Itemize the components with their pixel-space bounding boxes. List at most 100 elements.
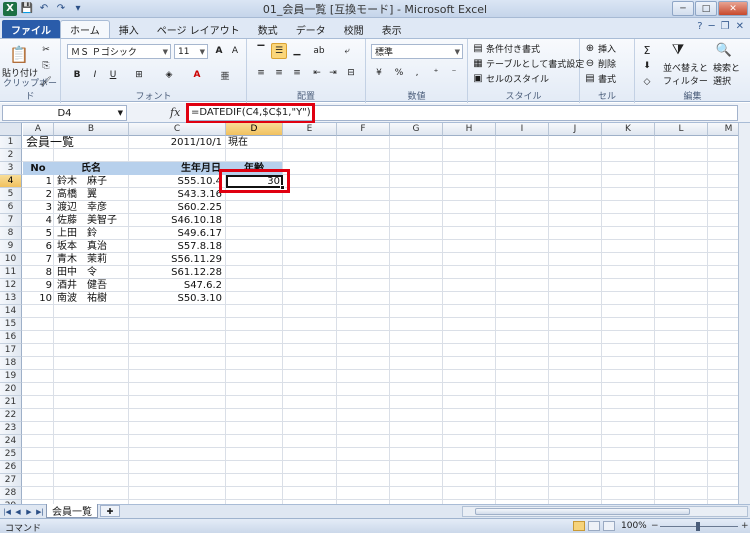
- base-date-cell[interactable]: 2011/10/1: [130, 136, 222, 149]
- member-no[interactable]: 10: [23, 292, 52, 305]
- member-birth[interactable]: S60.2.25: [129, 201, 222, 214]
- border-icon[interactable]: ⊞: [131, 67, 147, 83]
- number-format-combo[interactable]: 標準 ▼: [371, 44, 463, 59]
- member-birth[interactable]: S57.8.18: [129, 240, 222, 253]
- row-header[interactable]: 23: [0, 422, 22, 435]
- column-header[interactable]: F: [337, 123, 390, 136]
- member-name[interactable]: 佐藤 美智子: [57, 214, 127, 227]
- help-icon[interactable]: ?: [697, 21, 702, 32]
- member-name[interactable]: 南波 祐樹: [57, 292, 127, 305]
- member-birth[interactable]: S61.12.28: [129, 266, 222, 279]
- autosum-icon[interactable]: Σ: [639, 42, 655, 58]
- tab-home[interactable]: ホーム: [60, 20, 110, 38]
- member-no[interactable]: 7: [23, 253, 52, 266]
- first-sheet-icon[interactable]: |◀: [2, 506, 12, 517]
- member-age[interactable]: [226, 279, 280, 292]
- page-layout-view-icon[interactable]: [588, 521, 600, 531]
- format-as-table-button[interactable]: ▦ テーブルとして書式設定: [472, 57, 584, 71]
- member-name[interactable]: 青木 茉莉: [57, 253, 127, 266]
- member-birth[interactable]: S49.6.17: [129, 227, 222, 240]
- row-header[interactable]: 22: [0, 409, 22, 422]
- insert-sheet-icon[interactable]: ✚: [100, 505, 120, 517]
- column-header[interactable]: E: [283, 123, 337, 136]
- minimize-button[interactable]: ─: [672, 1, 694, 16]
- row-header[interactable]: 25: [0, 448, 22, 461]
- percent-icon[interactable]: %: [391, 65, 407, 81]
- zoom-slider-thumb[interactable]: [696, 522, 700, 531]
- merge-center-icon[interactable]: ⊟: [343, 65, 359, 81]
- paste-icon[interactable]: 📋: [4, 42, 34, 66]
- member-name[interactable]: 高橋 翼: [57, 188, 127, 201]
- row-header[interactable]: 6: [0, 201, 22, 214]
- clear-icon[interactable]: ◇: [639, 74, 655, 90]
- tab-file[interactable]: ファイル: [2, 20, 60, 38]
- row-header[interactable]: 16: [0, 331, 22, 344]
- horizontal-scroll-thumb[interactable]: [475, 508, 690, 515]
- sheet-tab-members[interactable]: 会員一覧: [46, 504, 98, 518]
- sort-filter-button[interactable]: 並べ替えと フィルター: [663, 61, 708, 87]
- find-select-icon[interactable]: 🔍: [711, 41, 737, 59]
- member-no[interactable]: 5: [23, 227, 52, 240]
- worksheet-grid[interactable]: ABCDEFGHIJKLM 1 2 3 4 5 6 7 8 9 10 11 12 13 14 15 16 17 1…: [0, 123, 750, 504]
- next-sheet-icon[interactable]: ▶: [24, 506, 34, 517]
- member-age[interactable]: [226, 240, 280, 253]
- row-header[interactable]: 27: [0, 474, 22, 487]
- align-middle-icon[interactable]: ☰: [271, 43, 287, 59]
- horizontal-scrollbar[interactable]: [462, 506, 748, 517]
- last-sheet-icon[interactable]: ▶|: [35, 506, 45, 517]
- member-birth[interactable]: S50.3.10: [129, 292, 222, 305]
- column-header[interactable]: K: [602, 123, 655, 136]
- member-birth[interactable]: S46.10.18: [129, 214, 222, 227]
- fill-color-icon[interactable]: ◈: [161, 67, 177, 83]
- member-no[interactable]: 6: [23, 240, 52, 253]
- column-header[interactable]: J: [549, 123, 602, 136]
- tab-review[interactable]: 校閲: [335, 20, 373, 38]
- insert-cells-button[interactable]: ⊕ 挿入: [584, 42, 616, 56]
- cell-styles-button[interactable]: ▣ セルのスタイル: [472, 72, 549, 86]
- row-header[interactable]: 17: [0, 344, 22, 357]
- excel-logo-icon[interactable]: X: [3, 1, 17, 16]
- redo-icon[interactable]: ↷: [54, 2, 68, 16]
- member-name[interactable]: 坂本 真治: [57, 240, 127, 253]
- prev-sheet-icon[interactable]: ◀: [13, 506, 23, 517]
- increase-indent-icon[interactable]: ⇥: [325, 65, 341, 81]
- orientation-icon[interactable]: ab: [311, 43, 327, 59]
- row-header[interactable]: 19: [0, 370, 22, 383]
- row-header[interactable]: 2: [0, 149, 22, 162]
- row-header[interactable]: 28: [0, 487, 22, 500]
- wrap-text-icon[interactable]: ⤶: [339, 43, 355, 59]
- member-no[interactable]: 2: [23, 188, 52, 201]
- ribbon-close-icon[interactable]: ✕: [736, 21, 744, 32]
- font-name-combo[interactable]: ＭＳ Ｐゴシック ▼: [67, 44, 171, 59]
- member-name[interactable]: 渡辺 幸彦: [57, 201, 127, 214]
- align-bottom-icon[interactable]: ▁: [289, 43, 305, 59]
- member-age[interactable]: [226, 214, 280, 227]
- column-header[interactable]: G: [390, 123, 443, 136]
- decrease-indent-icon[interactable]: ⇤: [309, 65, 325, 81]
- member-age[interactable]: [226, 266, 280, 279]
- row-header[interactable]: 9: [0, 240, 22, 253]
- base-date-suffix[interactable]: 現在: [228, 136, 248, 149]
- insert-function-icon[interactable]: fx: [170, 106, 180, 119]
- tab-insert[interactable]: 挿入: [110, 20, 148, 38]
- tab-page-layout[interactable]: ページ レイアウト: [148, 20, 249, 38]
- italic-icon[interactable]: I: [87, 67, 103, 83]
- bold-icon[interactable]: B: [69, 67, 85, 83]
- normal-view-icon[interactable]: [573, 521, 585, 531]
- member-no[interactable]: 4: [23, 214, 52, 227]
- row-header[interactable]: 8: [0, 227, 22, 240]
- column-header[interactable]: I: [496, 123, 549, 136]
- member-age[interactable]: [226, 201, 280, 214]
- decrease-decimal-icon[interactable]: ⁻: [446, 65, 462, 81]
- delete-cells-button[interactable]: ⊖ 削除: [584, 57, 616, 71]
- row-header[interactable]: 13: [0, 292, 22, 305]
- increase-decimal-icon[interactable]: ⁺: [428, 65, 444, 81]
- maximize-button[interactable]: □: [695, 1, 717, 16]
- member-age[interactable]: [226, 292, 280, 305]
- underline-icon[interactable]: U: [105, 67, 121, 83]
- zoom-level[interactable]: 100%: [621, 521, 647, 531]
- tab-view[interactable]: 表示: [373, 20, 411, 38]
- fill-icon[interactable]: ⬇: [639, 58, 655, 74]
- undo-icon[interactable]: ↶: [37, 2, 51, 16]
- grow-font-icon[interactable]: A: [211, 43, 227, 59]
